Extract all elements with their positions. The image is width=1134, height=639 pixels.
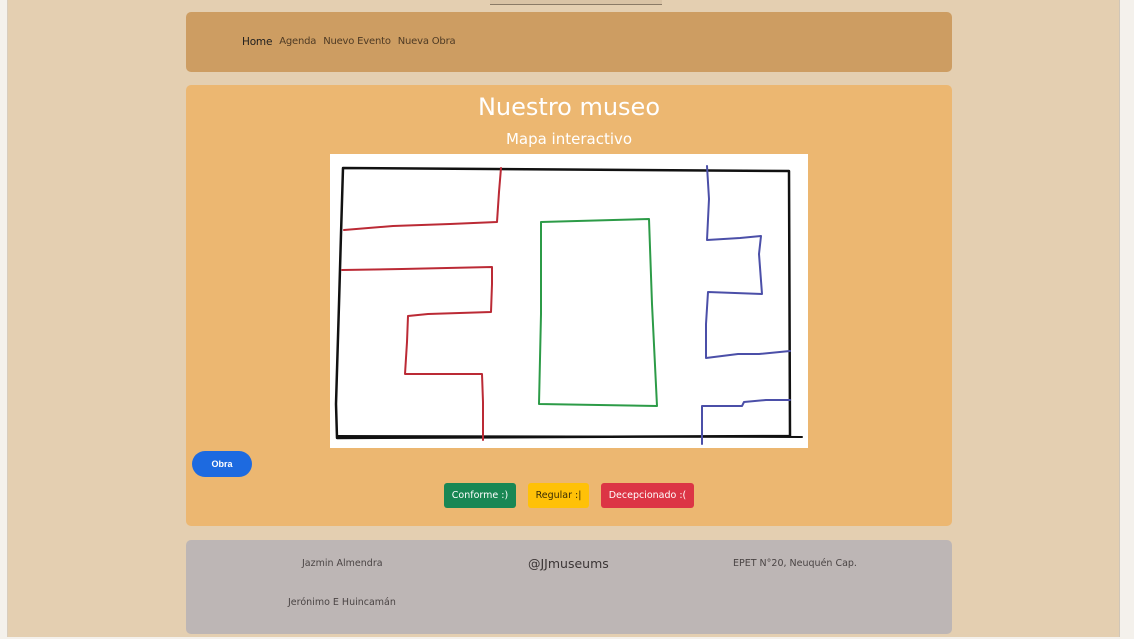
- window-left-edge: [0, 0, 8, 639]
- top-tab-strip: [490, 0, 662, 5]
- map-red-room-mid: [341, 266, 493, 441]
- regular-button[interactable]: Regular :|: [528, 483, 589, 508]
- map-drawing: [334, 165, 803, 445]
- map-green-room: [538, 218, 658, 407]
- footer-handle[interactable]: @JJmuseums: [528, 556, 609, 571]
- nav-agenda[interactable]: Agenda: [279, 36, 316, 48]
- navbar: Home Agenda Nuevo Evento Nueva Obra: [186, 12, 952, 72]
- map-blue-room-top: [705, 165, 791, 359]
- obra-button[interactable]: Obra: [192, 451, 252, 477]
- window-scrollbar[interactable]: [1119, 0, 1134, 639]
- footer-author-2: Jerónimo E Huincamán: [288, 597, 396, 608]
- page-title: Nuestro museo: [477, 93, 661, 121]
- decepcionado-button[interactable]: Decepcionado :(: [601, 483, 694, 508]
- nav-links: Home Agenda Nuevo Evento Nueva Obra: [242, 36, 456, 48]
- page-subtitle: Mapa interactivo: [505, 130, 633, 148]
- map-floor-line: [336, 435, 803, 438]
- nav-home[interactable]: Home: [242, 36, 272, 48]
- map-red-room-top: [343, 167, 502, 231]
- main-panel: Nuestro museo Mapa interactivo Obra Conf…: [186, 85, 952, 526]
- nav-nuevo-evento[interactable]: Nuevo Evento: [323, 36, 391, 48]
- footer-school: EPET N°20, Neuquén Cap.: [733, 558, 857, 569]
- footer-author-1: Jazmin Almendra: [302, 558, 383, 569]
- nav-nueva-obra[interactable]: Nueva Obra: [398, 36, 456, 48]
- interactive-map[interactable]: [330, 154, 808, 448]
- map-outer-wall: [334, 166, 792, 440]
- footer: Jazmin Almendra Jerónimo E Huincamán @JJ…: [186, 540, 952, 634]
- conforme-button[interactable]: Conforme :): [444, 483, 516, 508]
